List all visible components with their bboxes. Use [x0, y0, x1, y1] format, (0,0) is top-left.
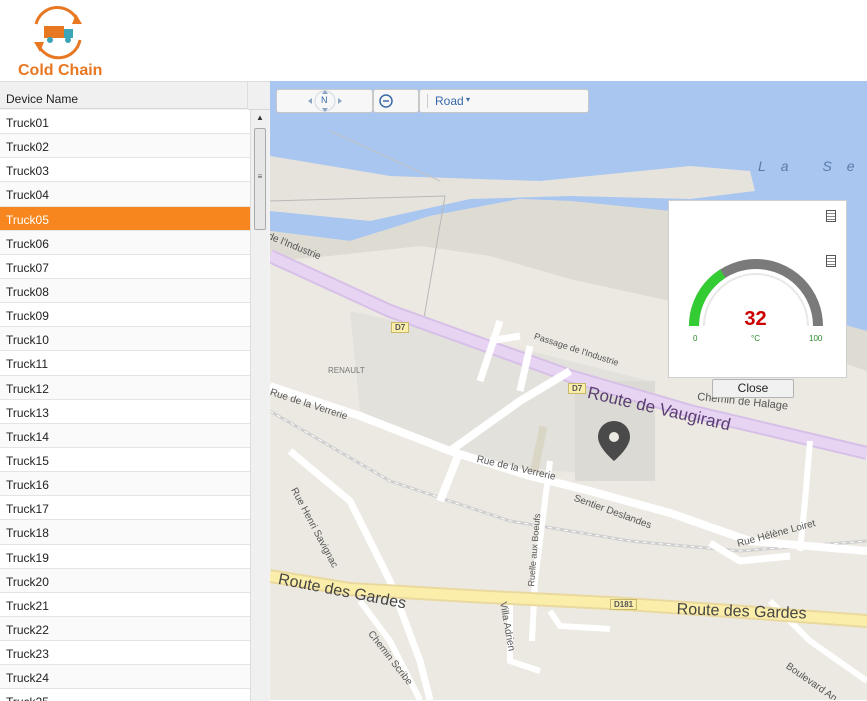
device-list-item[interactable]: Truck18 — [0, 520, 250, 545]
device-list-item[interactable]: Truck02 — [0, 134, 250, 159]
device-list-item[interactable]: Truck19 — [0, 544, 250, 569]
device-list-item[interactable]: Truck07 — [0, 254, 250, 279]
zoom-icon[interactable] — [378, 93, 394, 109]
device-list-item[interactable]: Truck10 — [0, 327, 250, 352]
logo-text: Cold Chain — [18, 62, 103, 79]
device-list-item[interactable]: Truck13 — [0, 399, 250, 424]
close-popup-button[interactable]: Close — [712, 379, 794, 398]
device-list-item[interactable]: Truck15 — [0, 447, 250, 473]
device-list-item[interactable]: Truck20 — [0, 568, 250, 593]
map-view[interactable]: La Sei de l'Industrie Passage de l'Indus… — [270, 81, 867, 700]
device-list-item[interactable]: Truck06 — [0, 230, 250, 255]
gauge-max-label: 100 — [809, 334, 823, 343]
device-list-item[interactable]: Truck01 — [0, 110, 250, 135]
temperature-gauge-popup: 32 0 °C 100 — [668, 200, 847, 378]
device-list-item[interactable]: Truck14 — [0, 423, 250, 448]
device-list-item[interactable]: Truck23 — [0, 641, 250, 666]
gauge-value: 32 — [744, 308, 767, 330]
scroll-thumb[interactable]: ≡ — [254, 128, 266, 230]
scroll-grip-icon: ≡ — [257, 172, 263, 181]
device-list-item[interactable]: Truck24 — [0, 665, 250, 690]
device-list-item[interactable]: Truck11 — [0, 351, 250, 376]
map-zoom-control[interactable] — [373, 89, 419, 113]
header-corner — [248, 82, 270, 110]
device-list-item[interactable]: Truck22 — [0, 616, 250, 642]
device-list-item[interactable]: Truck17 — [0, 496, 250, 521]
scroll-up-arrow-icon[interactable]: ▲ — [251, 110, 269, 126]
device-list-item[interactable]: Truck03 — [0, 158, 250, 183]
map-type-selector[interactable]: Road ▾ — [419, 89, 589, 113]
device-name-header[interactable]: Device Name — [0, 82, 248, 109]
truck-cycle-icon — [34, 5, 82, 60]
device-list-item[interactable]: Truck21 — [0, 592, 250, 617]
cold-chain-logo: Cold Chain — [18, 4, 128, 80]
app-header: Cold Chain — [0, 0, 867, 81]
map-type-label[interactable]: Road — [435, 94, 464, 108]
device-list-item[interactable]: Truck09 — [0, 303, 250, 328]
device-list-item[interactable]: Truck25 — [0, 689, 250, 701]
device-panel: Device Name Truck01 Truck02 Truck03 Truck04… — [0, 81, 270, 701]
map-type-dropdown-icon[interactable]: ▾ — [466, 95, 470, 104]
compass-north-label: N — [321, 95, 328, 105]
label-d7-a: D7 — [391, 322, 410, 333]
device-list-item[interactable]: Truck16 — [0, 472, 250, 497]
device-list-item[interactable]: Truck12 — [0, 375, 250, 400]
map-type-divider — [427, 94, 428, 108]
label-d7-b: D7 — [568, 383, 587, 394]
device-list-item[interactable]: Truck05 — [0, 206, 250, 231]
map-navigation-control[interactable]: N — [276, 89, 373, 113]
device-list-scrollbar[interactable]: ▲ ≡ — [250, 110, 269, 701]
device-list-item[interactable]: Truck08 — [0, 278, 250, 304]
device-list: Truck01 Truck02 Truck03 Truck04 Truck05 Truck… — [0, 110, 250, 701]
label-d181: D181 — [610, 599, 638, 610]
label-renault: RENAULT — [328, 366, 365, 375]
device-list-item[interactable]: Truck04 — [0, 182, 250, 207]
river-label: La Sei — [758, 158, 867, 174]
